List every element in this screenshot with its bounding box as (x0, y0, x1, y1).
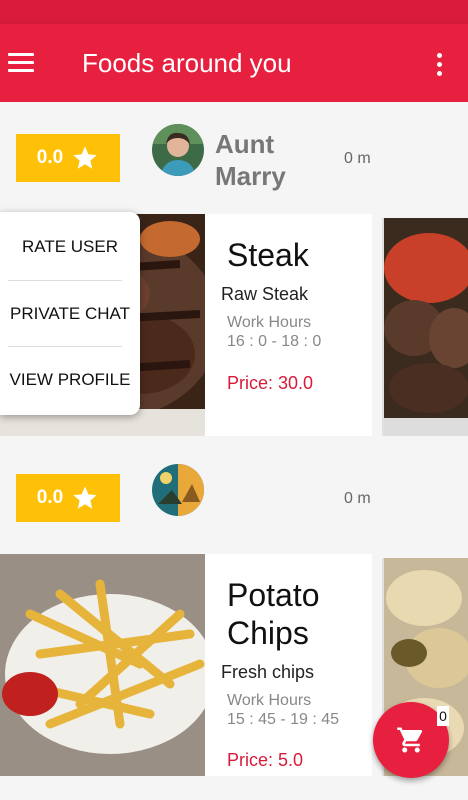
work-hours-label: Work Hours (227, 314, 312, 331)
more-vert-icon[interactable] (430, 50, 450, 78)
star-icon (73, 486, 97, 509)
menu-icon[interactable] (8, 50, 36, 74)
status-bar (0, 0, 468, 24)
distance: 0 m (344, 150, 371, 167)
food-name: Steak (227, 237, 309, 273)
rating-badge[interactable]: 0.0 (16, 134, 120, 182)
food-info: Steak Raw Steak Work Hours 16 : 0 - 18 :… (205, 214, 372, 436)
food-info: Potato Chips Fresh chips Work Hours 15 :… (205, 554, 372, 776)
avatar[interactable] (152, 464, 204, 516)
username[interactable]: Aunt Marry (215, 128, 335, 192)
work-hours-value: 16 : 0 - 18 : 0 (227, 333, 322, 350)
food-price: Price: 30.0 (227, 373, 314, 393)
cart-count-badge: 0 (437, 706, 449, 726)
rating-badge[interactable]: 0.0 (16, 474, 120, 522)
work-hours-label: Work Hours (227, 692, 312, 709)
private-chat-menu-item[interactable]: PRIVATE CHAT (0, 281, 140, 347)
card-divider (372, 214, 382, 436)
rating-value: 0.0 (36, 147, 64, 168)
post-header: 0.0 0 m (0, 442, 468, 552)
avatar[interactable] (152, 124, 204, 176)
rate-user-menu-item[interactable]: RATE USER (0, 214, 140, 280)
next-food-image[interactable] (382, 218, 468, 436)
work-hours-value: 15 : 45 - 19 : 45 (227, 711, 340, 728)
app-bar: Foods around you (0, 24, 468, 102)
post-header: 0.0 Aunt Marry 0 m (0, 102, 468, 212)
food-price: Price: 5.0 (227, 750, 304, 770)
food-image (0, 554, 205, 776)
food-description: Fresh chips (221, 662, 315, 682)
page-title: Foods around you (82, 48, 292, 78)
star-icon (73, 146, 97, 169)
distance: 0 m (344, 490, 371, 507)
food-name: Potato Chips (227, 577, 320, 651)
food-description: Raw Steak (221, 284, 309, 304)
cart-icon (397, 727, 423, 753)
rating-value: 0.0 (36, 487, 64, 508)
user-popup-menu: RATE USER PRIVATE CHAT VIEW PROFILE (0, 212, 140, 415)
view-profile-menu-item[interactable]: VIEW PROFILE (0, 347, 140, 413)
